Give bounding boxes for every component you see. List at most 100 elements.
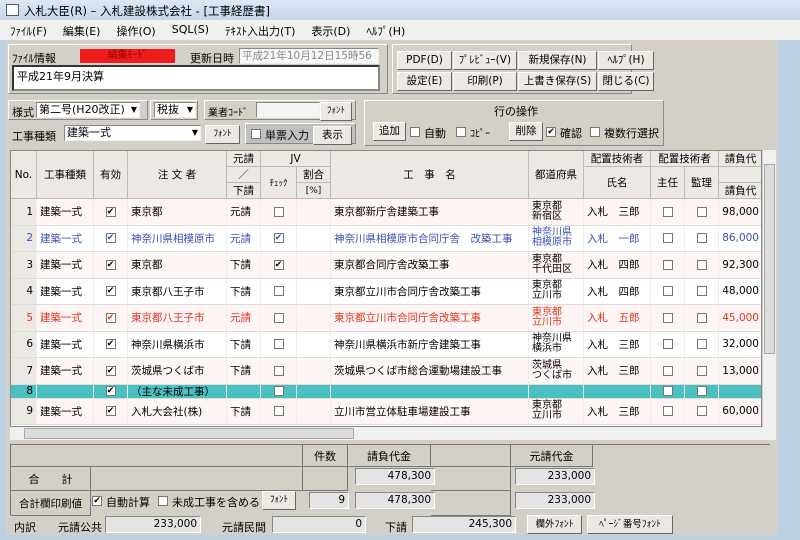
- cell-name[interactable]: 立川市営立体駐車場建設工事: [331, 398, 529, 424]
- cell-person[interactable]: [584, 384, 651, 398]
- cell-name[interactable]: 東京都立川市合同庁舎改築工事: [331, 305, 529, 331]
- cell-amount[interactable]: [719, 385, 761, 398]
- show-button[interactable]: 表示: [313, 126, 352, 145]
- tax-select[interactable]: 税抜 ▼: [154, 102, 196, 118]
- cell-pref[interactable]: 神奈川県 横浜市: [529, 331, 584, 357]
- scroll-thumb[interactable]: [24, 428, 354, 439]
- cell-super[interactable]: [685, 358, 719, 384]
- chief-checkbox[interactable]: [662, 406, 673, 417]
- cell-no[interactable]: 9: [11, 398, 37, 424]
- jv-checkbox[interactable]: [273, 206, 284, 217]
- valid-checkbox[interactable]: ✔: [105, 386, 116, 396]
- cell-amount[interactable]: 86,000: [719, 226, 761, 252]
- cell-client[interactable]: 東京都八王子市: [128, 278, 227, 304]
- cell-amount[interactable]: 98,000: [719, 199, 761, 225]
- cell-pref[interactable]: 東京都 立川市: [529, 278, 584, 304]
- cell-jv[interactable]: [261, 331, 297, 357]
- overwrite-save-button[interactable]: 上書き保存(S): [518, 72, 597, 91]
- valid-checkbox[interactable]: ✔: [105, 259, 116, 270]
- type-select[interactable]: 建築一式 ▼: [64, 125, 201, 141]
- cell-type[interactable]: 建築一式: [37, 305, 94, 331]
- table-row[interactable]: 7 建築一式 ✔ 茨城県つくば市 下請 茨城県つくば市総合運動場建設工事 茨城県 つくば市 入札…: [11, 358, 761, 385]
- add-row-button[interactable]: 追加: [373, 122, 406, 141]
- cell-super[interactable]: [685, 278, 719, 304]
- chief-checkbox[interactable]: [662, 386, 673, 396]
- totals-font-button[interactable]: ﾌｫﾝﾄ: [262, 491, 296, 510]
- cell-amount[interactable]: 60,000: [719, 399, 761, 425]
- copy-checkbox[interactable]: [456, 127, 466, 137]
- cell-role[interactable]: 下請: [227, 252, 261, 278]
- cell-no[interactable]: 8: [11, 384, 37, 398]
- cell-pref[interactable]: 神奈川県 相模原市: [529, 225, 584, 251]
- print-button[interactable]: 印刷(P): [453, 72, 517, 91]
- chief-checkbox[interactable]: [662, 312, 673, 323]
- cell-valid[interactable]: ✔: [94, 225, 128, 251]
- cell-chief[interactable]: [651, 305, 685, 331]
- cell-role[interactable]: 下請: [227, 331, 261, 357]
- cell-ratio[interactable]: [297, 398, 331, 424]
- cell-type[interactable]: 建築一式: [37, 278, 94, 304]
- cell-pref[interactable]: 東京都 新宿区: [529, 199, 584, 225]
- cell-chief[interactable]: [651, 398, 685, 424]
- super-checkbox[interactable]: [696, 259, 707, 270]
- cell-no[interactable]: 6: [11, 331, 37, 357]
- cell-chief[interactable]: [651, 331, 685, 357]
- super-checkbox[interactable]: [696, 312, 707, 323]
- jv-checkbox[interactable]: [273, 312, 284, 323]
- cell-jv[interactable]: [261, 358, 297, 384]
- cell-amount[interactable]: 13,000: [719, 358, 761, 384]
- single-entry-checkbox[interactable]: [251, 129, 261, 139]
- cell-type[interactable]: 建築一式: [37, 358, 94, 384]
- valid-checkbox[interactable]: ✔: [105, 406, 116, 417]
- cell-no[interactable]: 7: [11, 358, 37, 384]
- menu-text-io[interactable]: ﾃｷｽﾄ入出力(T): [225, 23, 295, 40]
- auto-checkbox[interactable]: [410, 127, 420, 137]
- cell-person[interactable]: 入札 三郎: [584, 331, 651, 357]
- cell-name[interactable]: 神奈川県相模原市合同庁舎 改築工事: [331, 225, 529, 251]
- chief-checkbox[interactable]: [662, 286, 673, 297]
- cell-client[interactable]: （主な未成工事）: [128, 384, 227, 398]
- cell-person[interactable]: 入札 三郎: [584, 398, 651, 424]
- cell-amount[interactable]: 45,000: [719, 305, 761, 331]
- cell-ratio[interactable]: [297, 278, 331, 304]
- valid-checkbox[interactable]: ✔: [105, 365, 116, 376]
- new-save-button[interactable]: 新規保存(N): [518, 51, 597, 70]
- cell-amount[interactable]: 92,300: [719, 252, 761, 278]
- cell-name[interactable]: 神奈川県横浜市新庁舎建築工事: [331, 331, 529, 357]
- cell-valid[interactable]: ✔: [94, 331, 128, 357]
- table-row[interactable]: 4 建築一式 ✔ 東京都八王子市 下請 東京都立川市合同庁舎改築工事 東京都 立川市 入札 四郎…: [11, 278, 761, 305]
- vendor-code-input[interactable]: [256, 102, 320, 118]
- cell-super[interactable]: [685, 398, 719, 424]
- cell-pref[interactable]: [529, 384, 584, 398]
- cell-pref[interactable]: 茨城県 つくば市: [529, 358, 584, 384]
- cell-no[interactable]: 1: [11, 199, 37, 225]
- cell-no[interactable]: 2: [11, 225, 37, 251]
- auto-calc-checkbox[interactable]: ✔: [92, 496, 102, 506]
- menu-view[interactable]: 表示(D): [311, 23, 350, 40]
- cell-type[interactable]: 建築一式: [37, 398, 94, 424]
- cell-type[interactable]: 建築一式: [37, 252, 94, 278]
- super-checkbox[interactable]: [696, 406, 707, 417]
- cell-valid[interactable]: ✔: [94, 305, 128, 331]
- cell-name[interactable]: 茨城県つくば市総合運動場建設工事: [331, 358, 529, 384]
- cell-jv[interactable]: [261, 384, 297, 398]
- cell-type[interactable]: 建築一式: [37, 225, 94, 251]
- cell-amount[interactable]: 48,000: [719, 279, 761, 305]
- cell-person[interactable]: 入札 四郎: [584, 252, 651, 278]
- super-checkbox[interactable]: [696, 365, 707, 376]
- type-font-button[interactable]: ﾌｫﾝﾄ: [205, 125, 240, 144]
- include-unfinished-checkbox[interactable]: [158, 496, 168, 506]
- cell-amount[interactable]: 32,000: [719, 332, 761, 358]
- jv-checkbox[interactable]: ✔: [273, 259, 284, 270]
- multi-select-checkbox[interactable]: [590, 127, 600, 137]
- valid-checkbox[interactable]: ✔: [105, 233, 116, 244]
- table-row[interactable]: 9 建築一式 ✔ 入札大会社(株) 下請 立川市営立体駐車場建設工事 東京都 立川市 入札 三郎…: [11, 398, 761, 425]
- cell-super[interactable]: [685, 384, 719, 398]
- cell-person[interactable]: 入札 一郎: [584, 225, 651, 251]
- cell-no[interactable]: 3: [11, 252, 37, 278]
- page-number-font-button[interactable]: ﾍﾟｰｼﾞ番号ﾌｫﾝﾄ: [587, 515, 673, 534]
- cell-jv[interactable]: ✔: [261, 252, 297, 278]
- cell-type[interactable]: [37, 384, 94, 398]
- chief-checkbox[interactable]: [662, 259, 673, 270]
- jv-checkbox[interactable]: [273, 386, 284, 396]
